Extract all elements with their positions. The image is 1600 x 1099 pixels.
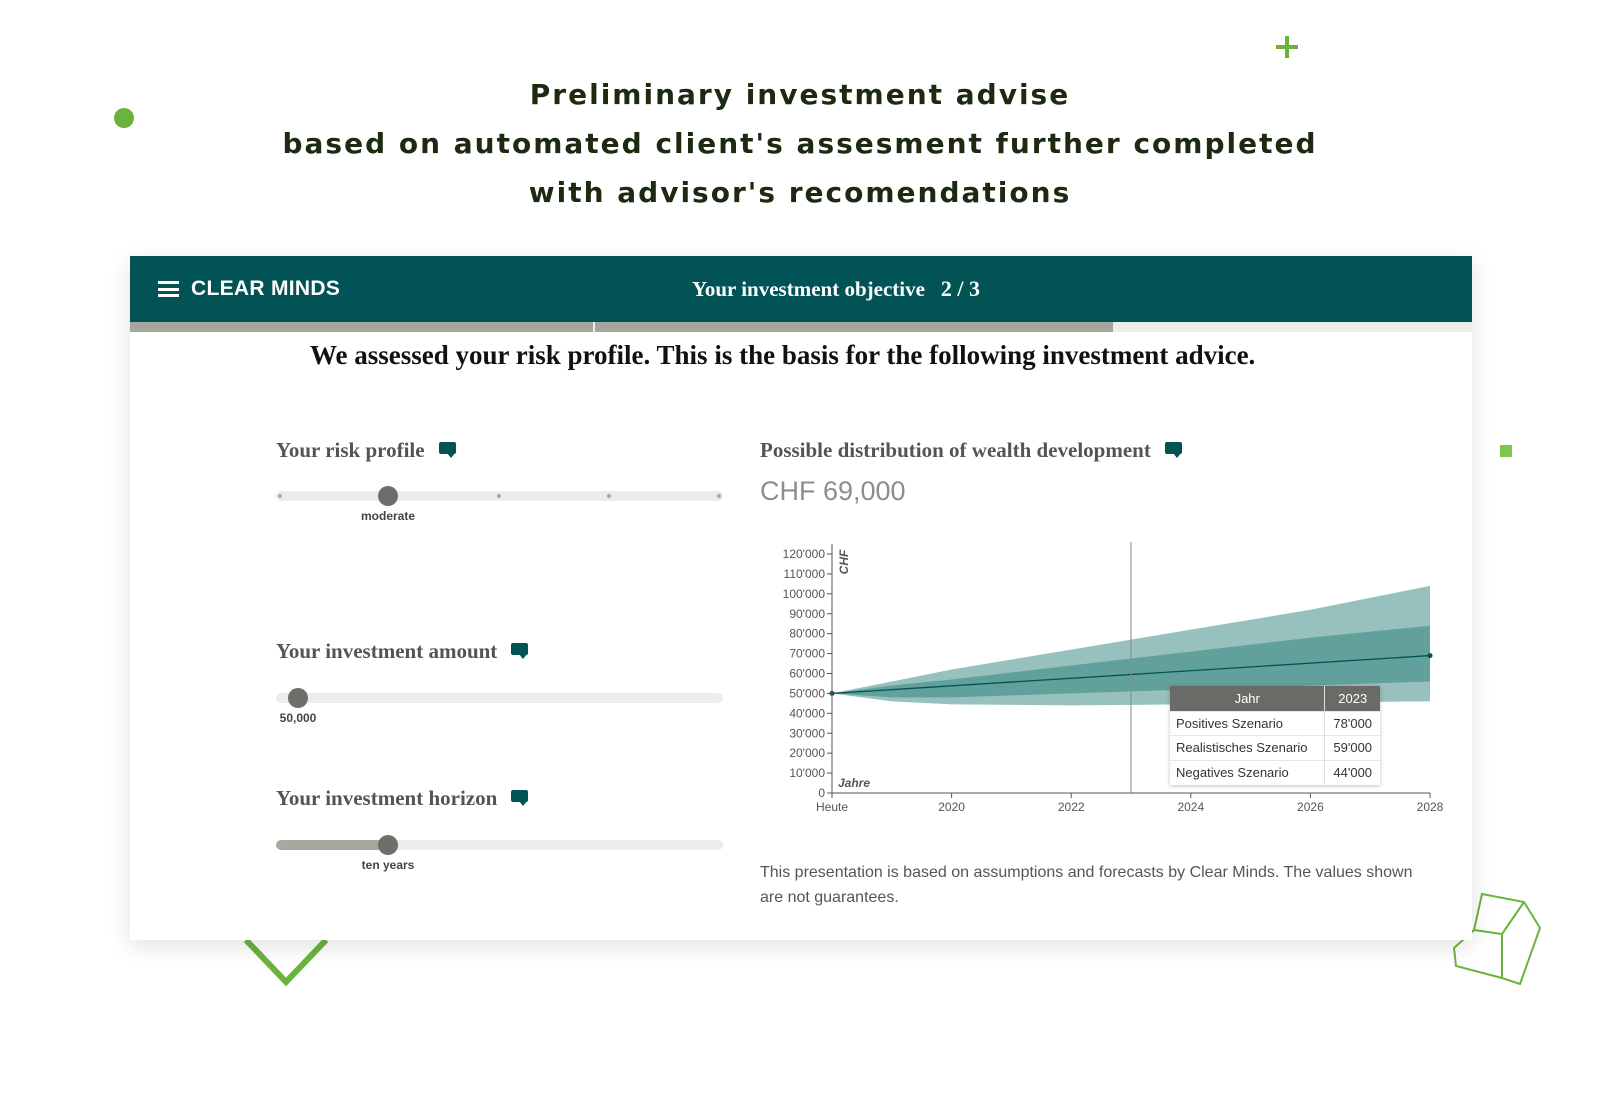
x-tick-label: 2028 xyxy=(1417,800,1444,814)
risk-profile-slider-handle[interactable] xyxy=(378,486,398,506)
step-progress-bar xyxy=(130,322,1472,332)
y-tick-label: 60'000 xyxy=(789,667,825,681)
risk-profile-label: Your risk profile xyxy=(276,438,425,462)
x-tick-label: Heute xyxy=(816,800,848,814)
slider-step-dot xyxy=(497,494,501,498)
investment-horizon-slider-handle[interactable] xyxy=(378,835,398,855)
y-tick-label: 100'000 xyxy=(783,587,826,601)
main-heading: We assessed your risk profile. This is t… xyxy=(310,340,1256,370)
green-square-decoration xyxy=(1500,445,1512,457)
investment-horizon-label: Your investment horizon xyxy=(276,786,498,810)
step-title: Your investment objective 2 / 3 xyxy=(692,256,980,322)
progress-step-1 xyxy=(130,322,593,332)
headline-line-1: Preliminary investment advise xyxy=(529,78,1071,111)
wealth-development-label: Possible distribution of wealth developm… xyxy=(760,438,1151,462)
info-chat-icon[interactable] xyxy=(511,643,529,660)
step-title-text: Your investment objective xyxy=(692,276,925,301)
progress-step-2 xyxy=(595,322,1113,332)
y-tick-label: 40'000 xyxy=(789,706,825,720)
page-headline: Preliminary investment advise based on a… xyxy=(0,70,1600,217)
chart-tooltip: Jahr 2023 Positives Szenario 78'000 Real… xyxy=(1170,686,1380,785)
info-chat-icon[interactable] xyxy=(1164,442,1182,459)
x-tick-label: 2024 xyxy=(1177,800,1204,814)
investment-amount-title: Your investment amount xyxy=(276,639,529,664)
tooltip-row-value: 59'000 xyxy=(1324,735,1380,760)
tooltip-row-label: Positives Szenario xyxy=(1170,710,1325,736)
y-axis-label: CHF xyxy=(837,549,851,574)
wealth-development-title: Possible distribution of wealth developm… xyxy=(760,438,1182,463)
slider-step-dot xyxy=(278,494,282,498)
realistic-end-point xyxy=(1427,653,1433,659)
app-window: CLEAR MINDS Your investment objective 2 … xyxy=(130,256,1472,940)
tooltip-row: Realistisches Szenario 59'000 xyxy=(1170,735,1380,760)
tooltip-row-value: 78'000 xyxy=(1324,710,1380,736)
y-tick-label: 110'000 xyxy=(784,567,826,581)
tooltip-row-value: 44'000 xyxy=(1324,759,1380,785)
y-tick-label: 30'000 xyxy=(789,726,825,740)
tooltip-row-label: Realistisches Szenario xyxy=(1170,735,1325,760)
slider-step-dot xyxy=(607,494,611,498)
tooltip-row: Positives Szenario 78'000 xyxy=(1170,710,1380,736)
plus-decoration xyxy=(1276,36,1298,58)
y-tick-label: 0 xyxy=(818,786,825,800)
y-tick-label: 50'000 xyxy=(789,686,825,700)
y-tick-label: 70'000 xyxy=(789,647,825,661)
investment-amount-value: 50,000 xyxy=(279,711,317,725)
tooltip-row: Negatives Szenario 44'000 xyxy=(1170,759,1380,785)
y-tick-label: 80'000 xyxy=(789,627,825,641)
headline-line-2: based on automated client's assesment fu… xyxy=(282,127,1318,160)
top-bar: CLEAR MINDS Your investment objective 2 … xyxy=(130,256,1472,322)
x-tick-label: 2020 xyxy=(938,800,965,814)
investment-amount-slider-handle[interactable] xyxy=(288,688,308,708)
tooltip-header-label: Jahr xyxy=(1170,686,1325,711)
headline-line-3: with advisor's recomendations xyxy=(528,176,1072,209)
x-tick-label: 2022 xyxy=(1058,800,1085,814)
investment-amount-slider[interactable] xyxy=(276,688,723,708)
brand-logo-text[interactable]: CLEAR MINDS xyxy=(191,277,340,301)
risk-profile-slider[interactable] xyxy=(276,486,723,506)
investment-horizon-title: Your investment horizon xyxy=(276,786,529,811)
investment-horizon-value: ten years xyxy=(361,858,415,872)
x-tick-label: 2026 xyxy=(1297,800,1324,814)
y-tick-label: 90'000 xyxy=(789,607,825,621)
info-chat-icon[interactable] xyxy=(511,790,529,807)
brand: CLEAR MINDS xyxy=(158,256,340,322)
menu-icon[interactable] xyxy=(158,281,179,297)
disclaimer-text: This presentation is based on assumption… xyxy=(760,864,1413,906)
y-tick-label: 10'000 xyxy=(789,766,825,780)
risk-profile-value: moderate xyxy=(360,509,416,523)
info-chat-icon[interactable] xyxy=(438,442,456,459)
x-axis-label: Jahre xyxy=(838,776,870,790)
tooltip-row-label: Negatives Szenario xyxy=(1170,759,1325,785)
y-tick-label: 120'000 xyxy=(783,547,826,561)
step-counter: 2 / 3 xyxy=(940,276,981,301)
y-tick-label: 20'000 xyxy=(789,746,825,760)
risk-profile-title: Your risk profile xyxy=(276,438,456,463)
tooltip-header-year: 2023 xyxy=(1324,686,1380,711)
investment-amount-label: Your investment amount xyxy=(276,639,498,663)
investment-horizon-slider-fill xyxy=(276,840,388,850)
slider-step-dot xyxy=(717,494,721,498)
investment-horizon-slider[interactable] xyxy=(276,835,723,855)
projected-wealth-amount: CHF 69,000 xyxy=(760,476,906,506)
